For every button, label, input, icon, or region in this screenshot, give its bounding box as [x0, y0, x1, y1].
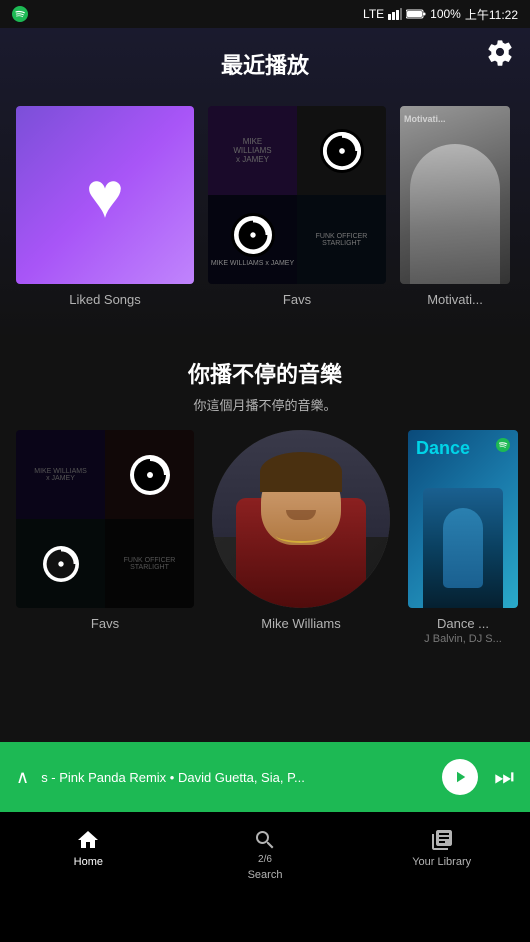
- battery-percent: 100%: [430, 7, 461, 21]
- liked-songs-cover: ♥: [16, 106, 194, 284]
- liked-songs-label: Liked Songs: [16, 292, 194, 307]
- search-label: Search: [248, 869, 283, 881]
- skip-next-button[interactable]: ⏭: [494, 764, 514, 790]
- home-icon: [76, 828, 100, 852]
- now-playing-bar[interactable]: ∧ s - Pink Panda Remix • David Guetta, S…: [0, 742, 530, 812]
- spinnin-logo-4: [43, 546, 79, 582]
- dance-text: Dance: [416, 438, 470, 460]
- mike-williams-cover: [212, 430, 390, 608]
- search-progress: 2/6: [258, 854, 272, 865]
- section2-title: 你播不停的音樂: [16, 357, 514, 389]
- fc-cell-tl: MIKE WILLIAMSx JAMEY: [16, 430, 105, 519]
- spotify-small-icon: [496, 438, 510, 452]
- nav-library[interactable]: Your Library: [353, 828, 530, 868]
- motivation-item[interactable]: Motivati... Motivati...: [400, 106, 510, 307]
- favs-item[interactable]: MIKEWILLIAMSx JAMEY: [208, 106, 386, 307]
- spotify-icon: [12, 6, 28, 22]
- recently-played-section: ♥ Liked Songs MIKEWILLIAMSx JAMEY: [0, 106, 530, 307]
- dance-sublabel: J Balvin, DJ S...: [408, 633, 518, 645]
- dance-item[interactable]: Dance Dance ... J Balvin, DJ S...: [408, 430, 518, 645]
- collage-cell-bl: MIKE WILLIAMS x JAMEY: [208, 195, 297, 284]
- dance-cover: Dance: [408, 430, 518, 608]
- home-label: Home: [74, 856, 103, 868]
- playback-controls: ⏭: [442, 759, 514, 795]
- track-name: s - Pink Panda Remix • David Guetta, Sia…: [41, 770, 430, 785]
- nav-search[interactable]: 2/6 Search: [177, 828, 354, 881]
- library-icon: [430, 828, 454, 852]
- spinnin-logo: [320, 129, 364, 173]
- favs-cover: MIKEWILLIAMSx JAMEY: [208, 106, 386, 284]
- collage-cell-tr: [297, 106, 386, 195]
- continuous-music-header: 你播不停的音樂 你這個月播不停的音樂。: [0, 337, 530, 430]
- continuous-music-section: 你播不停的音樂 你這個月播不停的音樂。 MIKE WILLIAMSx JAMEY: [0, 337, 530, 645]
- recently-played-grid: ♥ Liked Songs MIKEWILLIAMSx JAMEY: [16, 106, 514, 307]
- favs-label: Favs: [208, 292, 386, 307]
- motivation-label: Motivati...: [400, 292, 510, 307]
- bottom-navigation: Home 2/6 Search Your Library: [0, 812, 530, 942]
- liked-songs-item[interactable]: ♥ Liked Songs: [16, 106, 194, 307]
- status-bar: LTE 100% 上午11:22: [0, 0, 530, 28]
- recently-played-header: 最近播放: [0, 28, 530, 96]
- main-content: 最近播放 ♥ Liked Songs MIKEWILLIAMSx JAMEY: [0, 28, 530, 812]
- favs2-item[interactable]: MIKE WILLIAMSx JAMEY: [16, 430, 194, 645]
- collage-cell-tl: MIKEWILLIAMSx JAMEY: [208, 106, 297, 195]
- collage-cell-br: FUNK OFFICERSTARLIGHT: [297, 195, 386, 284]
- battery-icon: [406, 9, 426, 19]
- motivation-cover: Motivati...: [400, 106, 510, 284]
- spinnin-logo-3: [130, 455, 170, 495]
- section2-subtitle: 你這個月播不停的音樂。: [16, 395, 514, 414]
- nav-home[interactable]: Home: [0, 828, 177, 868]
- heart-icon: ♥: [86, 158, 124, 232]
- fc-cell-bl: [16, 519, 105, 608]
- favs2-label: Favs: [16, 616, 194, 631]
- settings-button[interactable]: [486, 38, 514, 66]
- fc-cell-br: FUNK OFFICERSTARLIGHT: [105, 519, 194, 608]
- library-label: Your Library: [412, 856, 471, 868]
- chevron-up-icon[interactable]: ∧: [16, 767, 29, 788]
- continuous-music-grid: MIKE WILLIAMSx JAMEY: [0, 430, 530, 645]
- dance-label: Dance ...: [408, 616, 518, 631]
- mike-williams-item[interactable]: Mike Williams: [212, 430, 390, 645]
- signal-icon: [388, 8, 402, 20]
- fc-cell-tr: [105, 430, 194, 519]
- spinnin-logo-2: [231, 213, 275, 257]
- section1-title: 最近播放: [16, 48, 514, 80]
- play-button[interactable]: [442, 759, 478, 795]
- track-info: s - Pink Panda Remix • David Guetta, Sia…: [41, 770, 430, 785]
- time: 上午11:22: [465, 6, 518, 23]
- lte-indicator: LTE: [363, 7, 384, 21]
- search-icon: [253, 828, 277, 852]
- favs2-cover: MIKE WILLIAMSx JAMEY: [16, 430, 194, 608]
- play-icon: [451, 768, 469, 786]
- mike-williams-label: Mike Williams: [212, 616, 390, 631]
